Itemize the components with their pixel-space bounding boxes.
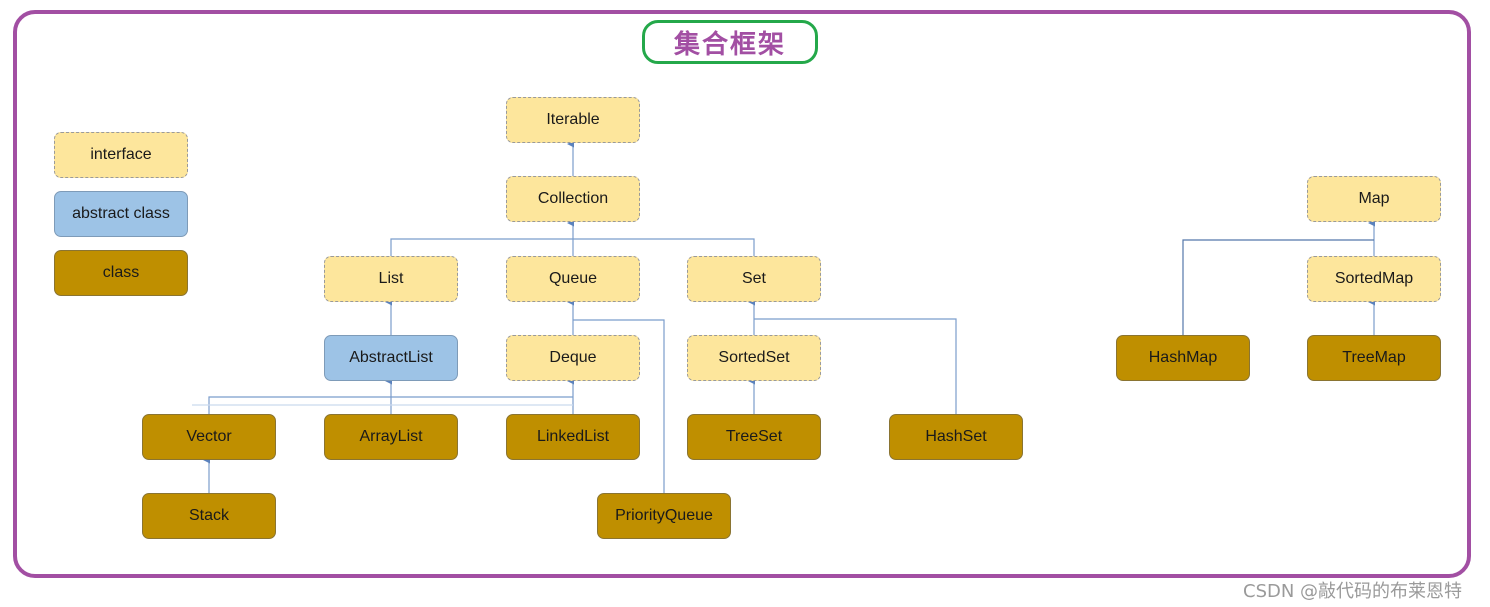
legend-interface-label: interface: [90, 146, 152, 163]
node-linkedlist: LinkedList: [506, 414, 640, 460]
node-linkedlist-label: LinkedList: [536, 428, 610, 445]
node-set: Set: [687, 256, 821, 302]
node-hashmap-label: HashMap: [1148, 349, 1218, 366]
node-hashset-label: HashSet: [925, 428, 987, 445]
node-list: List: [324, 256, 458, 302]
node-treemap-label: TreeMap: [1342, 349, 1406, 366]
node-priorityqueue: PriorityQueue: [597, 493, 731, 539]
node-sortedmap-label: SortedMap: [1334, 270, 1414, 287]
node-treeset-label: TreeSet: [725, 428, 783, 445]
node-stack: Stack: [142, 493, 276, 539]
node-abstractlist: AbstractList: [324, 335, 458, 381]
node-set-label: Set: [741, 270, 766, 287]
node-iterable: Iterable: [506, 97, 640, 143]
node-arraylist: ArrayList: [324, 414, 458, 460]
node-hashmap: HashMap: [1116, 335, 1250, 381]
legend-abstract-class: abstract class: [54, 191, 188, 237]
node-map-label: Map: [1358, 190, 1390, 207]
node-sortedset: SortedSet: [687, 335, 821, 381]
node-abstractlist-label: AbstractList: [349, 349, 433, 366]
node-stack-label: Stack: [188, 507, 229, 524]
legend-class-label: class: [102, 264, 140, 281]
node-priorityqueue-label: PriorityQueue: [615, 507, 713, 524]
legend-interface: interface: [54, 132, 188, 178]
node-queue-label: Queue: [548, 270, 598, 287]
node-vector: Vector: [142, 414, 276, 460]
node-sortedset-label: SortedSet: [718, 349, 790, 366]
node-sortedmap: SortedMap: [1307, 256, 1441, 302]
node-treemap: TreeMap: [1307, 335, 1441, 381]
node-arraylist-label: ArrayList: [359, 428, 423, 445]
node-queue: Queue: [506, 256, 640, 302]
node-collection-label: Collection: [537, 190, 609, 207]
legend-abstract-class-label: abstract class: [72, 205, 170, 222]
node-vector-label: Vector: [186, 428, 232, 445]
legend-class: class: [54, 250, 188, 296]
node-deque: Deque: [506, 335, 640, 381]
node-treeset: TreeSet: [687, 414, 821, 460]
watermark: CSDN @敲代码的布莱恩特: [1243, 581, 1463, 602]
node-list-label: List: [378, 270, 404, 287]
node-map: Map: [1307, 176, 1441, 222]
node-iterable-label: Iterable: [546, 111, 600, 128]
node-collection: Collection: [506, 176, 640, 222]
node-hashset: HashSet: [889, 414, 1023, 460]
node-deque-label: Deque: [549, 349, 597, 366]
